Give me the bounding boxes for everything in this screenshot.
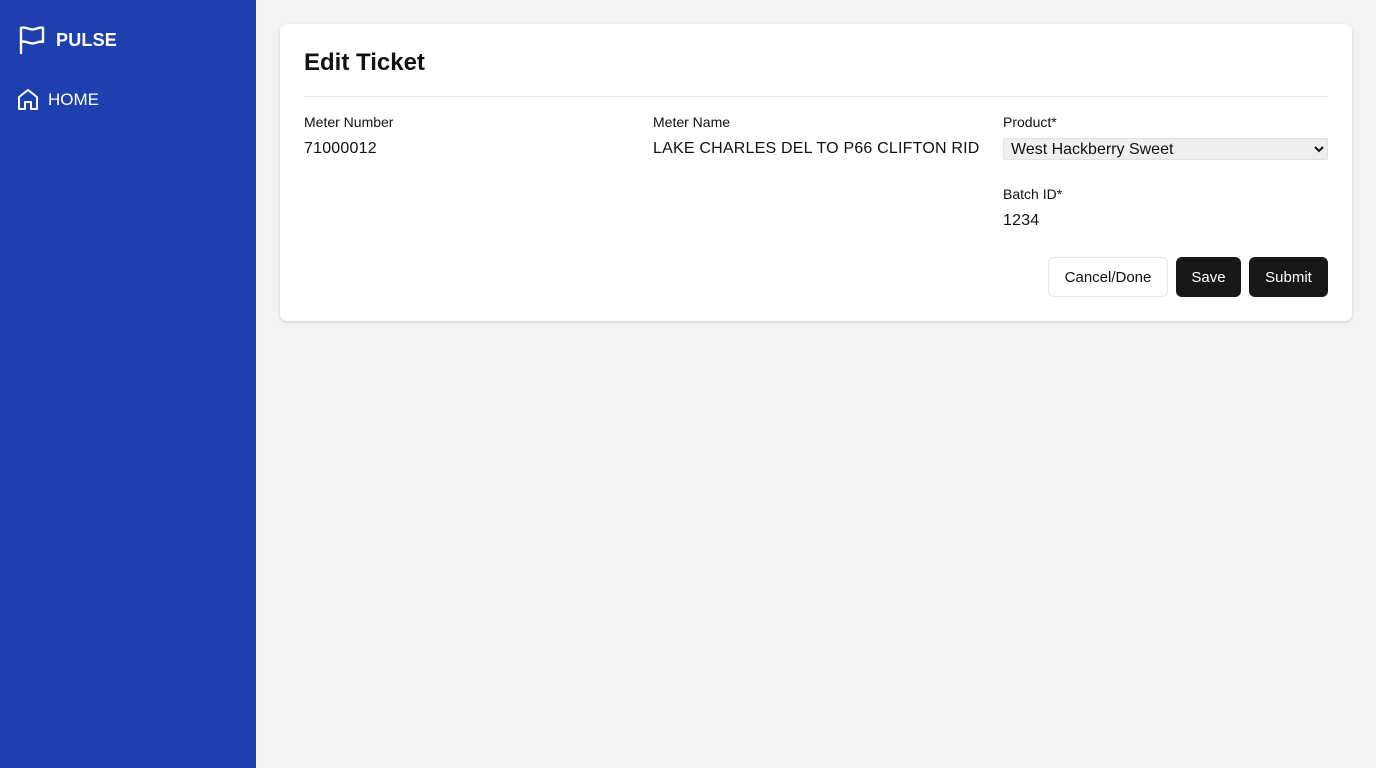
batch-id-label: Batch ID* bbox=[1003, 186, 1063, 202]
meter-number-value: 71000012 bbox=[304, 140, 377, 157]
sidebar-item-label: HOME bbox=[48, 89, 99, 109]
meter-name-value: LAKE CHARLES DEL TO P66 CLIFTON RIDGE bbox=[653, 140, 980, 157]
title-divider bbox=[304, 96, 1328, 97]
cancel-done-button[interactable]: Cancel/Done bbox=[1048, 257, 1168, 297]
meter-number-label: Meter Number bbox=[304, 114, 394, 130]
flag-icon bbox=[19, 26, 45, 55]
edit-ticket-card: Edit Ticket Meter Number 71000012 Meter … bbox=[280, 24, 1352, 321]
brand-name: PULSE bbox=[56, 29, 118, 50]
product-select[interactable]: West Hackberry Sweet bbox=[1003, 138, 1328, 160]
meter-name-label: Meter Name bbox=[653, 114, 731, 130]
brand[interactable]: PULSE bbox=[18, 25, 117, 55]
batch-id-value: 1234 bbox=[1003, 212, 1040, 229]
home-icon bbox=[18, 89, 38, 110]
sidebar: PULSE HOME bbox=[0, 0, 256, 768]
product-label: Product* bbox=[1003, 114, 1057, 130]
page-title: Edit Ticket bbox=[304, 49, 425, 76]
submit-button[interactable]: Submit bbox=[1249, 257, 1328, 297]
save-button[interactable]: Save bbox=[1176, 257, 1241, 297]
sidebar-item-home[interactable]: HOME bbox=[16, 87, 99, 112]
